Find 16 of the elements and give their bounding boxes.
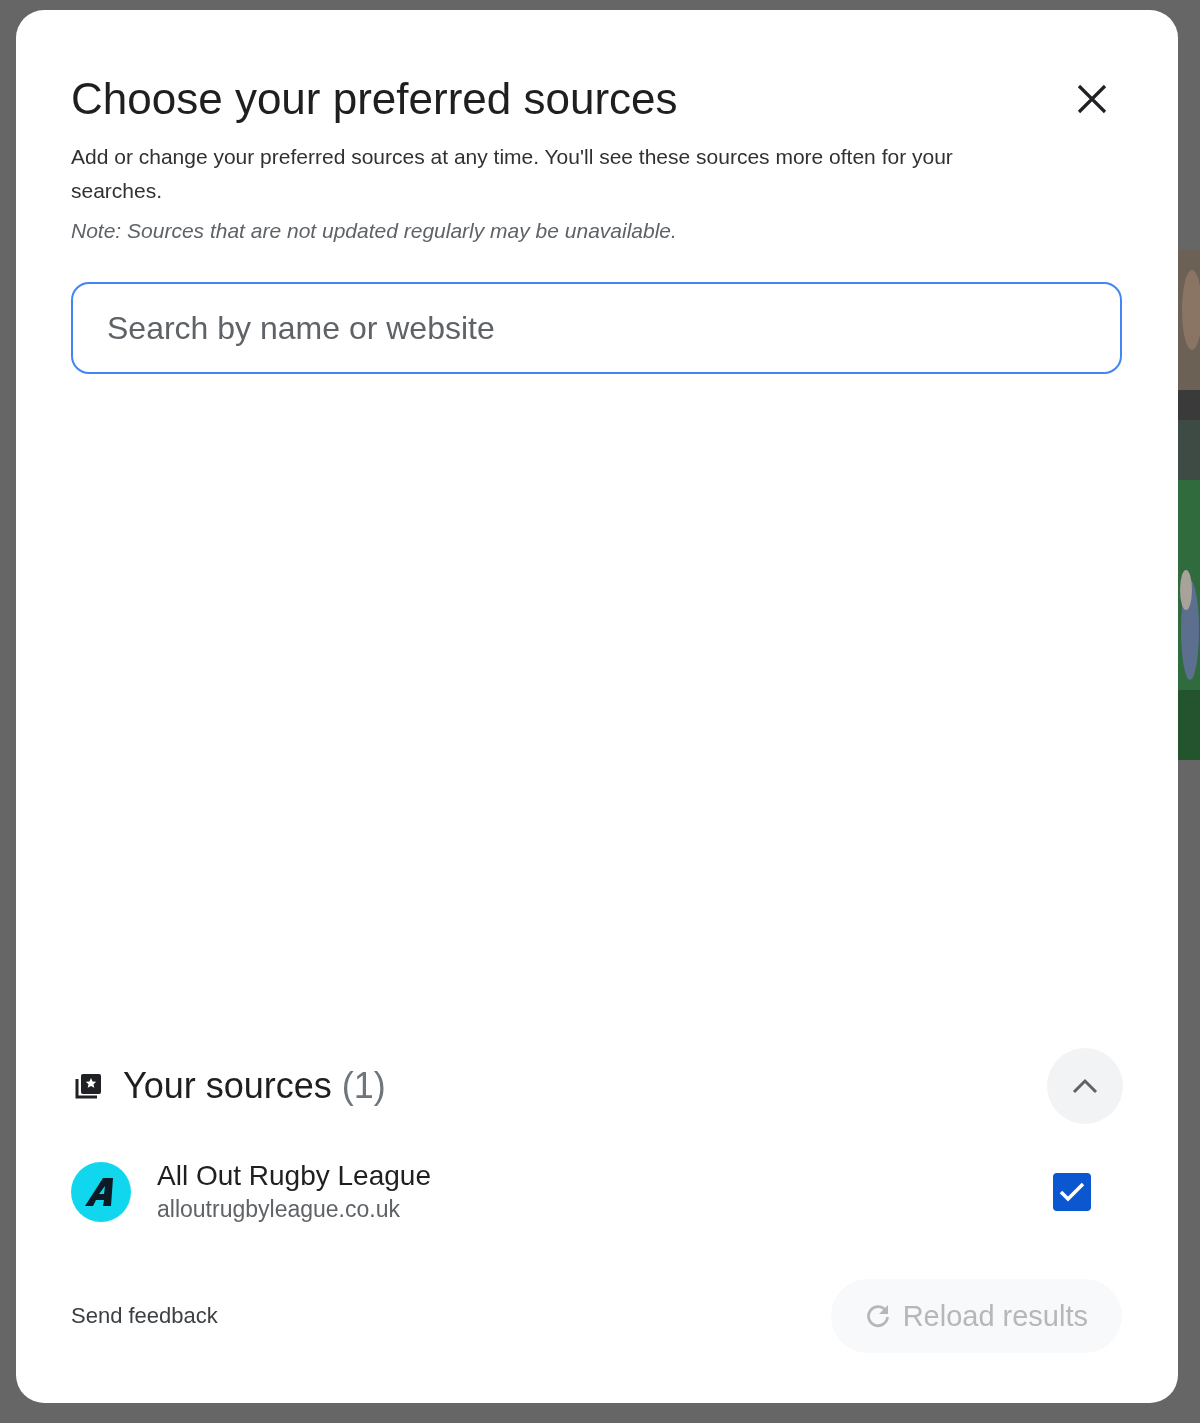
- sources-count: (1): [341, 1065, 386, 1107]
- note-text: Note: Sources that are not updated regularly may be unavailable.: [71, 218, 678, 244]
- source-domain: alloutrugbyleague.co.uk: [157, 1196, 401, 1223]
- source-name: All Out Rugby League: [157, 1160, 431, 1192]
- reload-icon: [864, 1303, 891, 1329]
- checkmark-icon: [1058, 1180, 1086, 1203]
- close-icon: [1076, 83, 1108, 115]
- your-sources-label: Your sources: [123, 1065, 332, 1107]
- search-field[interactable]: Search by name or website: [71, 282, 1122, 374]
- chevron-up-icon: [1072, 1078, 1098, 1094]
- source-checkbox[interactable]: [1053, 1172, 1091, 1211]
- dialog-description: Add or change your preferred sources at any time. You'll see these sources more often for your searches.: [71, 144, 954, 204]
- send-feedback-link[interactable]: Send feedback: [71, 1303, 218, 1329]
- dialog-title: Choose your preferred sources: [71, 74, 678, 124]
- source-logo-icon: [71, 1161, 131, 1222]
- close-button[interactable]: [1076, 83, 1108, 115]
